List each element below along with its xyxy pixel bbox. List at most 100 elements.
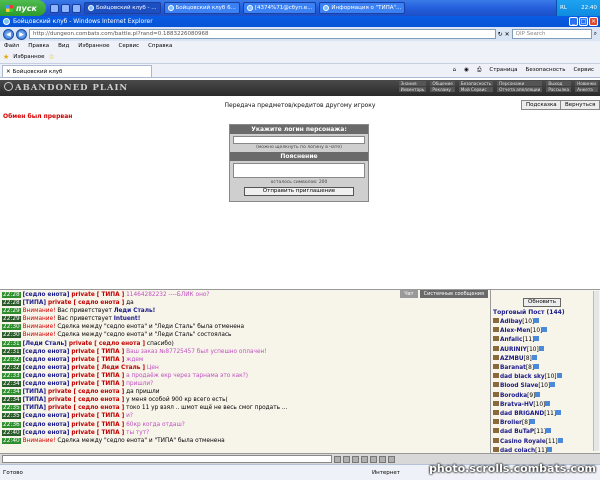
user-name[interactable]: dad BuTaP: [500, 429, 534, 435]
settings-icon[interactable]: [388, 455, 395, 463]
user-name[interactable]: Anfalic: [500, 337, 522, 343]
message-recipient[interactable]: private [ ТИПА ]: [69, 373, 124, 379]
refresh-icon[interactable]: ↻: [498, 31, 503, 38]
message-time[interactable]: 22:29: [2, 308, 21, 315]
message-time[interactable]: 22:30: [2, 332, 21, 339]
user-info-icon[interactable]: [546, 428, 552, 434]
private-chat-icon[interactable]: [493, 318, 499, 323]
menu-view[interactable]: Вид: [58, 43, 69, 49]
user-list-scrollbar[interactable]: [593, 291, 599, 451]
message-recipient[interactable]: private [ седло енота ]: [46, 389, 124, 395]
user-info-icon[interactable]: [531, 354, 537, 360]
message-recipient[interactable]: private [ ТИПА ]: [69, 381, 124, 387]
user-list-item[interactable]: dad BRIGAND[11]: [493, 410, 589, 419]
private-chat-icon[interactable]: [493, 354, 499, 360]
clock[interactable]: 22:40: [581, 5, 597, 11]
user-list-item[interactable]: Adibay[10]: [493, 318, 589, 327]
user-info-icon[interactable]: [534, 318, 540, 323]
url-input[interactable]: http://dungeon.combats.com/battle.pl?ran…: [29, 29, 496, 39]
comment-textarea[interactable]: [233, 163, 365, 178]
safety-menu[interactable]: Безопасность: [526, 67, 566, 74]
feeds-icon[interactable]: ◉: [464, 67, 469, 74]
message-sender[interactable]: [седло енота]: [23, 357, 70, 363]
message-time[interactable]: 22:28: [2, 300, 21, 307]
user-list-item[interactable]: Casino Royale[11]: [493, 437, 589, 447]
favorites-star-icon[interactable]: ★: [3, 53, 9, 61]
message-recipient[interactable]: private [ седло енота ]: [46, 397, 124, 403]
refresh-button[interactable]: Обновить: [523, 298, 561, 307]
game-nav-item[interactable]: Новинки: [575, 81, 598, 86]
taskbar-task[interactable]: Бойцовский клуб - ...: [84, 2, 161, 14]
message-time[interactable]: 22:34: [2, 389, 21, 396]
user-list-item[interactable]: dad black sky[10]: [493, 373, 589, 382]
start-button[interactable]: пуск: [0, 0, 46, 16]
send-invitation-button[interactable]: Отправить приглашение: [244, 187, 354, 196]
page-menu[interactable]: Страница: [489, 67, 517, 74]
game-nav-item[interactable]: Знания: [398, 81, 427, 86]
user-info-icon[interactable]: [538, 345, 544, 351]
private-chat-icon[interactable]: [493, 400, 499, 406]
message-sender[interactable]: [ТИПА]: [23, 397, 46, 403]
home-icon[interactable]: ⌂: [453, 67, 457, 74]
user-name[interactable]: dad black sky: [500, 374, 545, 380]
message-time[interactable]: 22:40: [2, 429, 21, 436]
user-list-item[interactable]: AURINIY[10]: [493, 345, 589, 355]
message-recipient[interactable]: private [ ТИПА ]: [69, 413, 124, 419]
message-recipient[interactable]: private [ седло енота ]: [46, 405, 124, 411]
user-info-icon[interactable]: [556, 410, 562, 416]
minimize-button[interactable]: _: [569, 17, 578, 26]
message-sender[interactable]: [седло енота]: [23, 430, 70, 436]
message-recipient[interactable]: private [ ТИПА ]: [69, 430, 124, 436]
message-sender[interactable]: [седло енота]: [23, 422, 70, 428]
login-input[interactable]: [233, 136, 365, 144]
translit-icon[interactable]: [379, 455, 386, 463]
user-list-item[interactable]: dad BuTaP[11]: [493, 428, 589, 437]
message-time[interactable]: 22:35: [2, 413, 21, 420]
language-indicator[interactable]: RL: [560, 5, 567, 11]
message-time[interactable]: 22:34: [2, 397, 21, 404]
private-chat-icon[interactable]: [493, 391, 499, 397]
add-favorite-icon[interactable]: ☆: [49, 53, 55, 61]
message-time[interactable]: 22:31: [2, 340, 21, 347]
clear-icon[interactable]: [352, 455, 359, 463]
user-name[interactable]: Blood Slave: [500, 383, 538, 389]
user-name[interactable]: Bratva-HV: [500, 402, 533, 408]
stop-icon[interactable]: ✕: [505, 31, 510, 38]
user-info-icon[interactable]: [530, 419, 536, 425]
message-time[interactable]: 22:30: [2, 324, 21, 331]
user-name[interactable]: Casino Royale: [500, 439, 546, 445]
taskbar-task[interactable]: Бойцовский клуб 6...: [163, 2, 240, 14]
maximize-button[interactable]: □: [579, 17, 588, 26]
help-button[interactable]: Подсказка: [521, 100, 562, 110]
game-nav-item[interactable]: Отчета апелляции: [497, 87, 543, 92]
menu-edit[interactable]: Правка: [28, 43, 49, 49]
game-nav-item[interactable]: Анкета: [575, 87, 598, 92]
sound-icon[interactable]: [370, 455, 377, 463]
print-icon[interactable]: ⎙: [477, 67, 481, 74]
user-name[interactable]: Baranat: [500, 365, 526, 371]
user-name[interactable]: Adibay: [500, 319, 522, 325]
taskbar-task[interactable]: Информация о "ТИПА"...: [319, 2, 406, 14]
user-info-icon[interactable]: [534, 336, 540, 342]
message-sender[interactable]: [ТИПА]: [23, 389, 46, 395]
user-name[interactable]: Borodka: [500, 393, 527, 399]
private-chat-icon[interactable]: [493, 345, 499, 351]
message-sender[interactable]: [седло енота]: [23, 381, 70, 387]
user-list-item[interactable]: Alex-Men[10]: [493, 327, 589, 336]
private-chat-icon[interactable]: [493, 327, 499, 333]
message-time[interactable]: 22:34: [2, 381, 21, 388]
user-list-item[interactable]: Anfalic[11]: [493, 336, 589, 345]
game-nav-item[interactable]: Рассылка: [546, 87, 572, 92]
chat-input[interactable]: [2, 455, 332, 463]
back-button[interactable]: ◀: [3, 28, 14, 40]
private-chat-icon[interactable]: [493, 428, 499, 434]
private-chat-icon[interactable]: [493, 364, 499, 370]
tools-menu[interactable]: Сервис: [573, 67, 594, 74]
back-to-game-button[interactable]: Вернуться: [560, 100, 600, 110]
message-time[interactable]: 22:31: [2, 348, 21, 355]
game-nav-item[interactable]: Рекламу: [430, 87, 455, 92]
close-button[interactable]: ×: [589, 17, 598, 26]
message-sender[interactable]: [седло енота]: [23, 292, 70, 298]
forward-button[interactable]: ▶: [16, 28, 27, 40]
user-name[interactable]: AURINIY: [500, 347, 527, 353]
